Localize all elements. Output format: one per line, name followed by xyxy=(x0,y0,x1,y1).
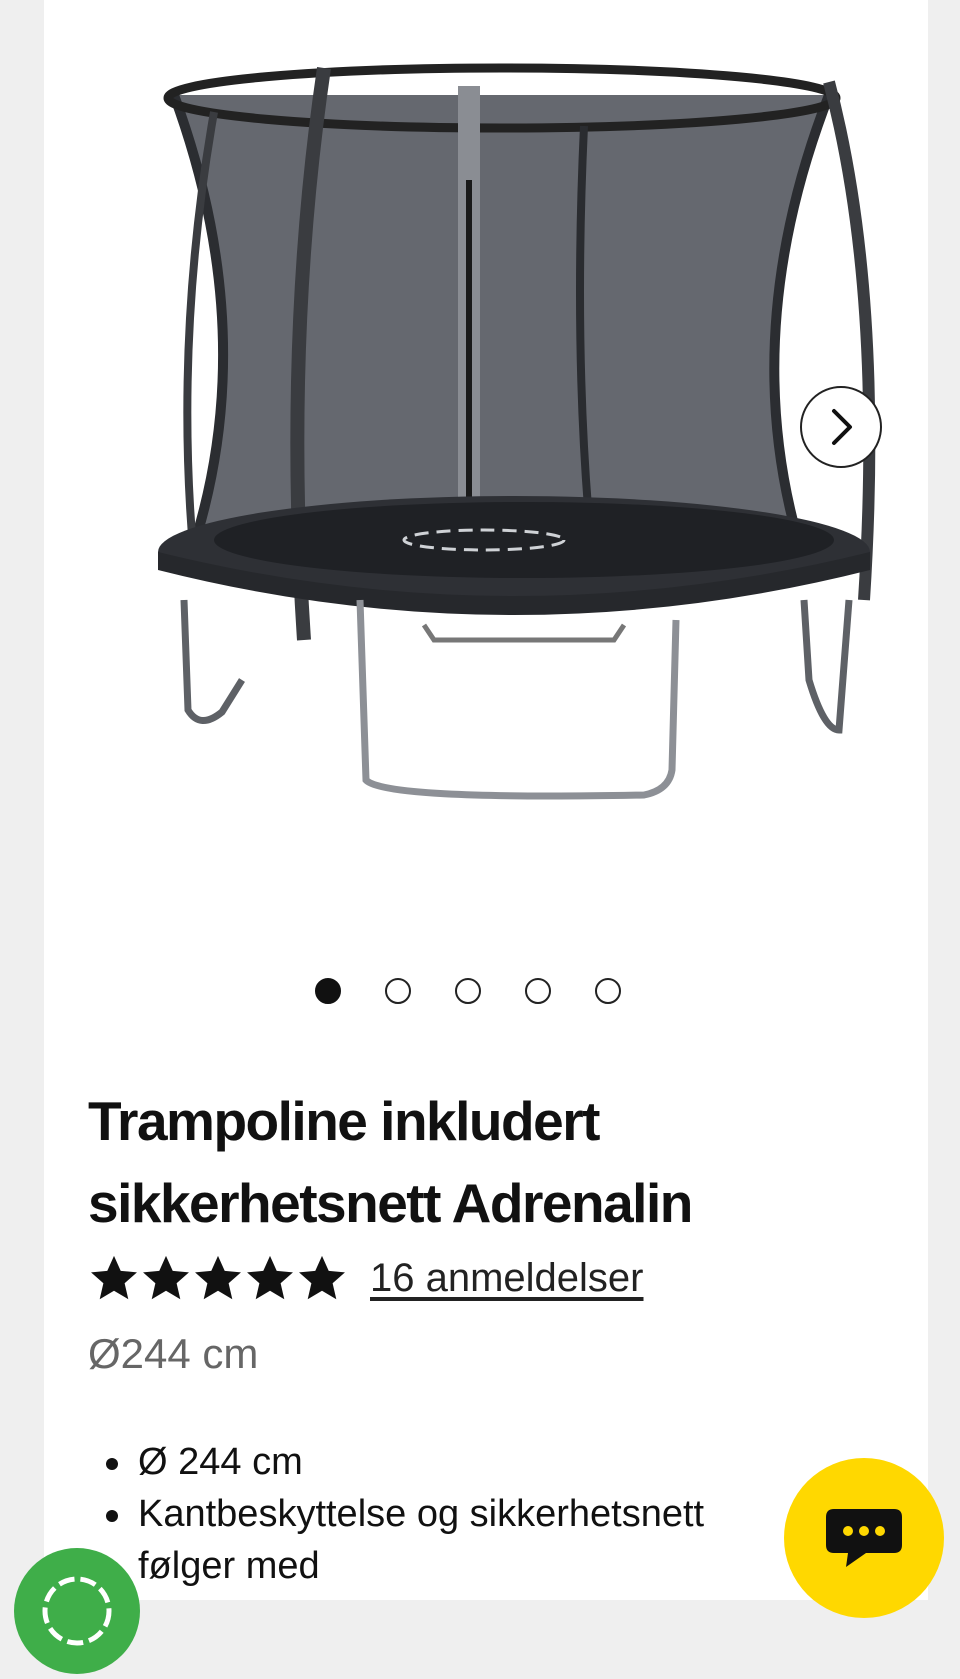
cookie-settings-button[interactable] xyxy=(14,1548,140,1674)
product-title: Trampoline inkludert sikkerhetsnett Adre… xyxy=(88,1090,693,1234)
next-image-button[interactable] xyxy=(800,386,882,468)
star-icon xyxy=(195,1255,241,1300)
star-icon xyxy=(143,1255,189,1300)
star-icon xyxy=(247,1255,293,1300)
product-image-trampoline xyxy=(158,63,876,800)
cookie-icon xyxy=(42,1576,112,1646)
image-gallery[interactable] xyxy=(44,0,928,1004)
star-icon xyxy=(91,1255,137,1300)
feature-item: Kantbeskyttelse og sikkerhetsnett følger… xyxy=(88,1488,788,1592)
product-size: Ø244 cm xyxy=(88,1330,259,1377)
gallery-dot-2[interactable] xyxy=(385,978,411,1004)
star-icon xyxy=(299,1255,345,1300)
product-card: Trampoline inkludert sikkerhetsnett Adre… xyxy=(44,0,928,1600)
reviews-link[interactable]: 16 anmeldelser xyxy=(370,1256,644,1301)
gallery-dot-1[interactable] xyxy=(315,978,341,1004)
gallery-dot-4[interactable] xyxy=(525,978,551,1004)
product-rating: 16 anmeldelser xyxy=(88,1248,644,1308)
rating-stars xyxy=(88,1252,348,1304)
gallery-dot-5[interactable] xyxy=(595,978,621,1004)
feature-list: Ø 244 cm Kantbeskyttelse og sikkerhetsne… xyxy=(88,1436,788,1592)
gallery-pagination xyxy=(44,978,928,1008)
chat-button[interactable] xyxy=(784,1458,944,1618)
feature-item: Ø 244 cm xyxy=(88,1436,788,1488)
gallery-dot-3[interactable] xyxy=(455,978,481,1004)
chevron-right-icon xyxy=(832,409,852,445)
chat-bubble-icon xyxy=(826,1509,902,1567)
